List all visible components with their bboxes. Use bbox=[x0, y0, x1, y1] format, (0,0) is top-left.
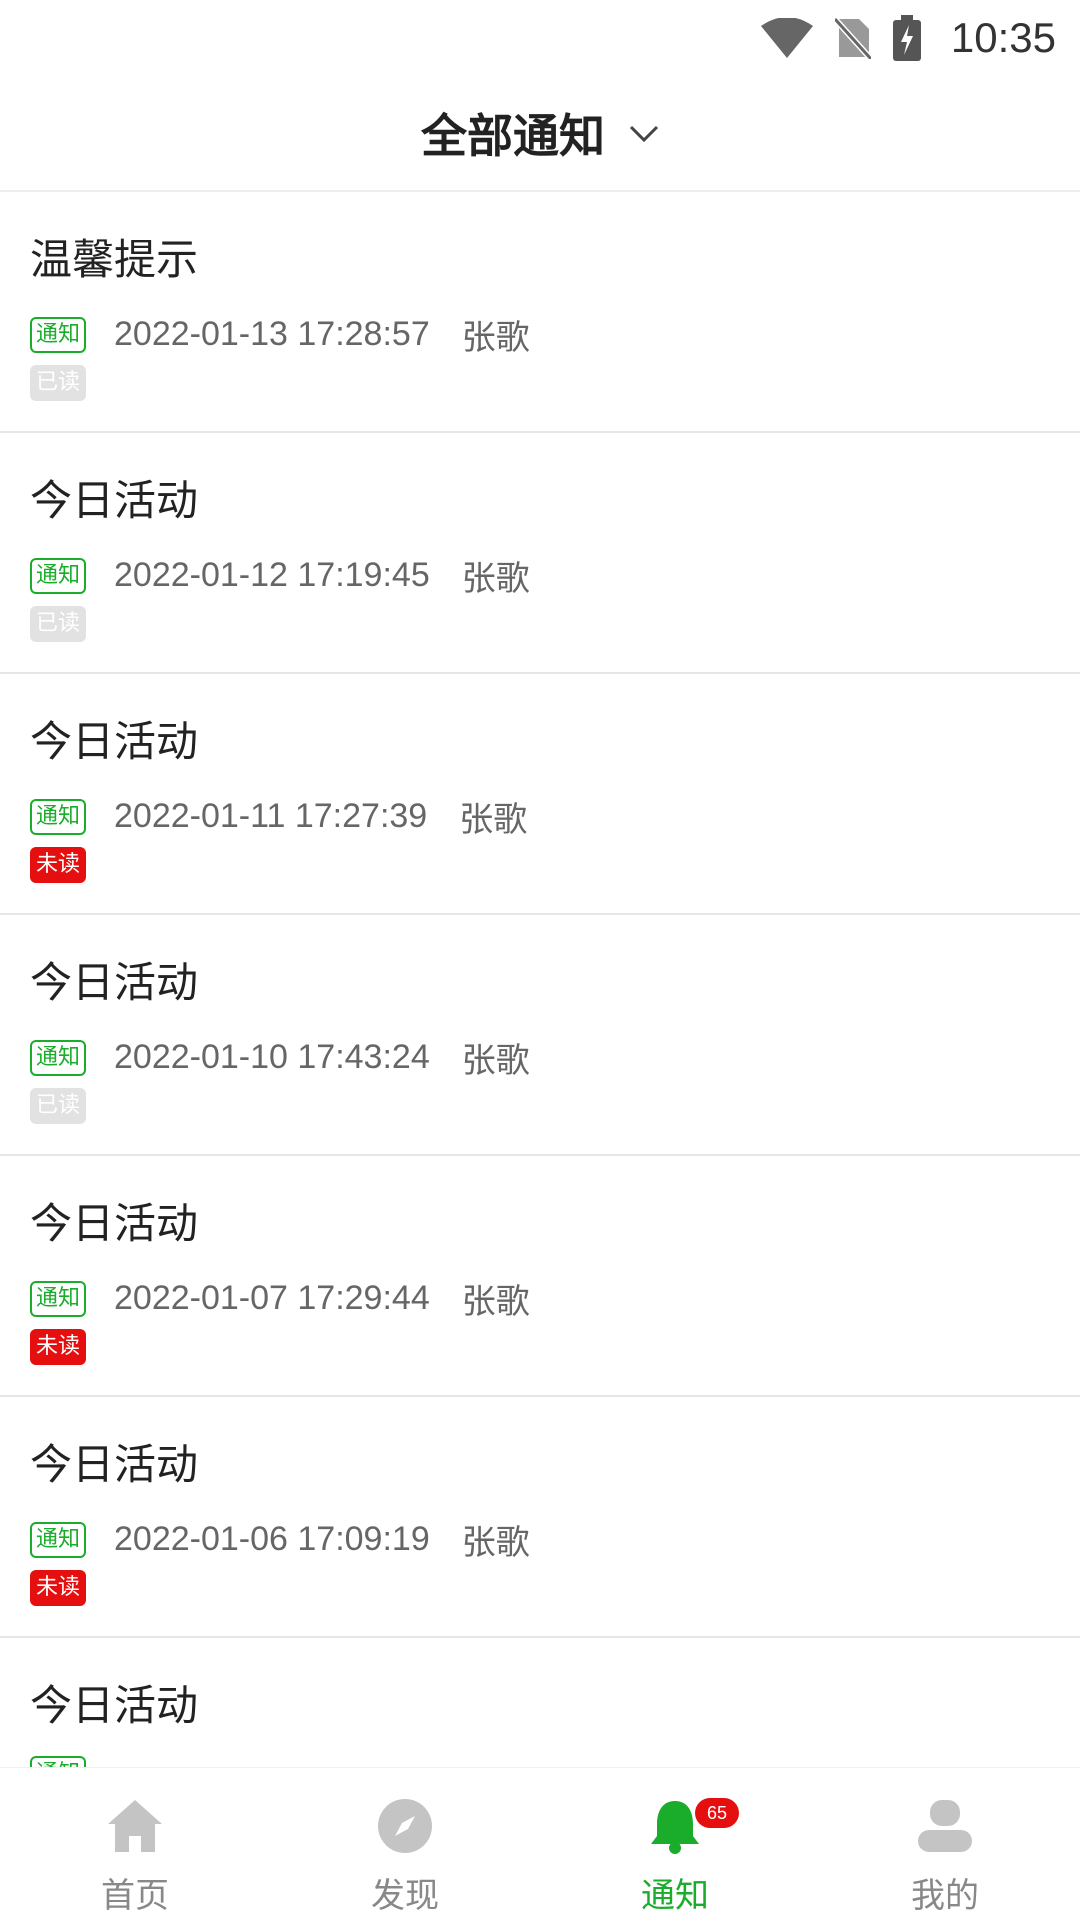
home-icon bbox=[106, 1798, 164, 1858]
nav-item-home[interactable]: 首页 bbox=[0, 1768, 270, 1920]
type-tag: 通知 bbox=[30, 316, 87, 353]
chevron-down-icon[interactable] bbox=[629, 125, 659, 147]
bell-icon bbox=[647, 1798, 703, 1858]
notification-title: 今日活动 bbox=[30, 1440, 199, 1489]
notification-author: 张歌 bbox=[461, 559, 530, 599]
type-tag: 通知 bbox=[30, 557, 87, 594]
notification-meta: 通知 2022-01-10 17:43:24 张歌 bbox=[30, 1033, 530, 1082]
nav-label-home: 首页 bbox=[101, 1876, 169, 1916]
notification-datetime: 2022-01-07 17:29:44 bbox=[114, 1279, 430, 1317]
notification-datetime: 2022-01-13 17:28:57 bbox=[114, 315, 430, 353]
notification-item[interactable]: 今日活动 通知 2022-01-11 17:27:39 张歌 未读 bbox=[0, 674, 1080, 915]
notification-datetime: 2022-01-12 17:19:45 bbox=[114, 556, 430, 594]
notification-title: 今日活动 bbox=[30, 1681, 199, 1730]
bottom-nav: 首页 发现 65 通知 我的 bbox=[0, 1767, 1080, 1920]
type-tag: 通知 bbox=[30, 798, 87, 835]
notification-datetime: 2022-01-10 17:43:24 bbox=[114, 1038, 430, 1076]
unread-count-badge: 65 bbox=[695, 1798, 740, 1828]
notification-title: 今日活动 bbox=[30, 958, 199, 1007]
battery-charging-icon bbox=[892, 15, 921, 61]
nav-label-discover: 发现 bbox=[371, 1876, 439, 1916]
notification-item[interactable]: 今日活动 通知 2022-01-06 17:09:19 张歌 未读 bbox=[0, 1397, 1080, 1638]
unread-status-badge: 未读 bbox=[30, 1570, 87, 1606]
read-status-badge: 已读 bbox=[30, 365, 87, 401]
no-sim-icon bbox=[834, 17, 871, 59]
notification-meta: 通知 2022-01-11 17:27:39 张歌 bbox=[30, 792, 527, 841]
type-tag: 通知 bbox=[30, 1280, 87, 1317]
notification-meta: 通知 2022-01-07 17:29:44 张歌 bbox=[30, 1274, 530, 1323]
notification-author: 张歌 bbox=[459, 800, 528, 840]
type-tag: 通知 bbox=[30, 1039, 87, 1076]
type-tag: 通知 bbox=[30, 1521, 87, 1558]
nav-item-discover[interactable]: 发现 bbox=[270, 1768, 540, 1920]
notification-author: 张歌 bbox=[461, 318, 530, 358]
notification-author: 张歌 bbox=[461, 1282, 530, 1322]
read-status-badge: 已读 bbox=[30, 606, 87, 642]
nav-item-notifications[interactable]: 65 通知 bbox=[540, 1768, 810, 1920]
notification-meta: 通知 2022-01-12 17:19:45 张歌 bbox=[30, 551, 530, 600]
nav-label-profile: 我的 bbox=[911, 1876, 979, 1916]
status-bar: 10:35 bbox=[0, 0, 1080, 76]
notification-item[interactable]: 今日活动 通知 bbox=[0, 1638, 1080, 1768]
unread-status-badge: 未读 bbox=[30, 847, 87, 883]
notification-meta: 通知 2022-01-13 17:28:57 张歌 bbox=[30, 310, 530, 359]
notification-title: 今日活动 bbox=[30, 717, 199, 766]
notification-item[interactable]: 今日活动 通知 2022-01-12 17:19:45 张歌 已读 bbox=[0, 433, 1080, 674]
notification-item[interactable]: 今日活动 通知 2022-01-10 17:43:24 张歌 已读 bbox=[0, 915, 1080, 1156]
page-header: 全部通知 bbox=[0, 76, 1080, 192]
notification-title: 温馨提示 bbox=[30, 235, 199, 284]
unread-status-badge: 未读 bbox=[30, 1329, 87, 1365]
notification-datetime: 2022-01-11 17:27:39 bbox=[114, 797, 428, 835]
wifi-icon bbox=[760, 18, 813, 58]
read-status-badge: 已读 bbox=[30, 1088, 87, 1124]
nav-label-notifications: 通知 bbox=[641, 1876, 709, 1916]
notification-title: 今日活动 bbox=[30, 1199, 199, 1248]
compass-icon bbox=[377, 1798, 433, 1858]
notification-datetime: 2022-01-06 17:09:19 bbox=[114, 1520, 430, 1558]
notification-item[interactable]: 温馨提示 通知 2022-01-13 17:28:57 张歌 已读 bbox=[0, 192, 1080, 433]
notification-title: 今日活动 bbox=[30, 476, 199, 525]
notification-author: 张歌 bbox=[461, 1523, 530, 1563]
notification-author: 张歌 bbox=[461, 1041, 530, 1081]
filter-title-dropdown[interactable]: 全部通知 bbox=[421, 100, 605, 166]
notification-item[interactable]: 今日活动 通知 2022-01-07 17:29:44 张歌 未读 bbox=[0, 1156, 1080, 1397]
notification-meta: 通知 2022-01-06 17:09:19 张歌 bbox=[30, 1515, 530, 1564]
notification-list[interactable]: 温馨提示 通知 2022-01-13 17:28:57 张歌 已读 今日活动 通… bbox=[0, 192, 1080, 1768]
nav-item-profile[interactable]: 我的 bbox=[810, 1768, 1080, 1920]
user-icon bbox=[916, 1798, 974, 1858]
clock-time: 10:35 bbox=[950, 14, 1056, 61]
